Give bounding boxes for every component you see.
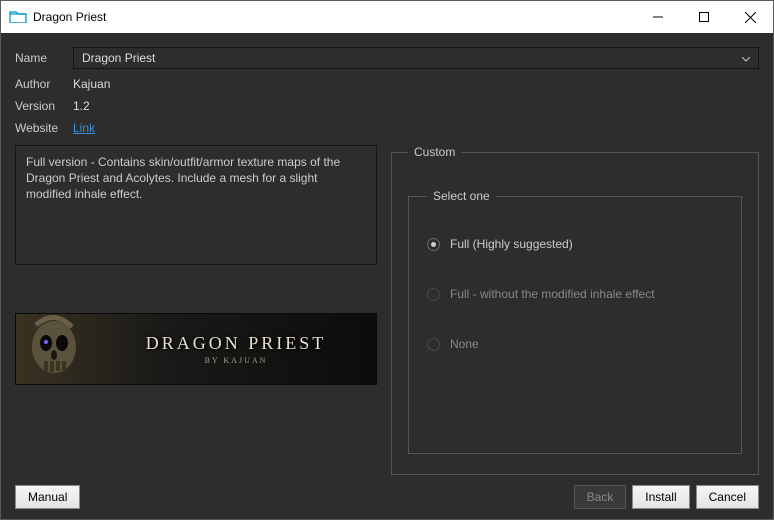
- banner-subtitle: BY KAJUAN: [96, 356, 376, 365]
- description-box: Full version - Contains skin/outfit/armo…: [15, 145, 377, 265]
- select-one-legend: Select one: [427, 189, 496, 203]
- author-value: Kajuan: [73, 77, 110, 91]
- radio-icon: [427, 338, 440, 351]
- radio-icon: [427, 288, 440, 301]
- select-one-fieldset: Select one Full (Highly suggested) Full …: [408, 189, 742, 454]
- mod-banner: DRAGON PRIEST BY KAJUAN: [15, 313, 377, 385]
- name-select[interactable]: Dragon Priest: [73, 47, 759, 69]
- chevron-down-icon: [742, 51, 750, 65]
- website-link[interactable]: Link: [73, 121, 95, 135]
- option-label: None: [450, 337, 479, 351]
- website-label: Website: [15, 121, 73, 135]
- install-button[interactable]: Install: [632, 485, 689, 509]
- version-value: 1.2: [73, 99, 90, 113]
- close-button[interactable]: [727, 1, 773, 33]
- titlebar[interactable]: Dragon Priest: [1, 1, 773, 33]
- custom-fieldset: Custom Select one Full (Highly suggested…: [391, 145, 759, 475]
- name-select-value: Dragon Priest: [82, 51, 155, 65]
- author-label: Author: [15, 77, 73, 91]
- banner-title: DRAGON PRIEST: [96, 333, 376, 354]
- manual-button[interactable]: Manual: [15, 485, 80, 509]
- radio-icon: [427, 238, 440, 251]
- name-label: Name: [15, 51, 73, 65]
- skull-image: [16, 313, 96, 385]
- option-full[interactable]: Full (Highly suggested): [427, 237, 723, 251]
- option-label: Full (Highly suggested): [450, 237, 573, 251]
- window-title: Dragon Priest: [33, 10, 106, 24]
- maximize-button[interactable]: [681, 1, 727, 33]
- content-area: Name Dragon Priest Author Kajuan Version…: [1, 33, 773, 519]
- option-none[interactable]: None: [427, 337, 723, 351]
- option-label: Full - without the modified inhale effec…: [450, 287, 655, 301]
- minimize-button[interactable]: [635, 1, 681, 33]
- window-controls: [635, 1, 773, 33]
- installer-window: Dragon Priest Name Dragon Priest: [0, 0, 774, 520]
- folder-icon: [9, 9, 27, 26]
- back-button: Back: [574, 485, 627, 509]
- footer: Manual Back Install Cancel: [15, 485, 759, 509]
- custom-legend: Custom: [408, 145, 461, 159]
- version-label: Version: [15, 99, 73, 113]
- cancel-button[interactable]: Cancel: [696, 485, 759, 509]
- option-full-no-inhale[interactable]: Full - without the modified inhale effec…: [427, 287, 723, 301]
